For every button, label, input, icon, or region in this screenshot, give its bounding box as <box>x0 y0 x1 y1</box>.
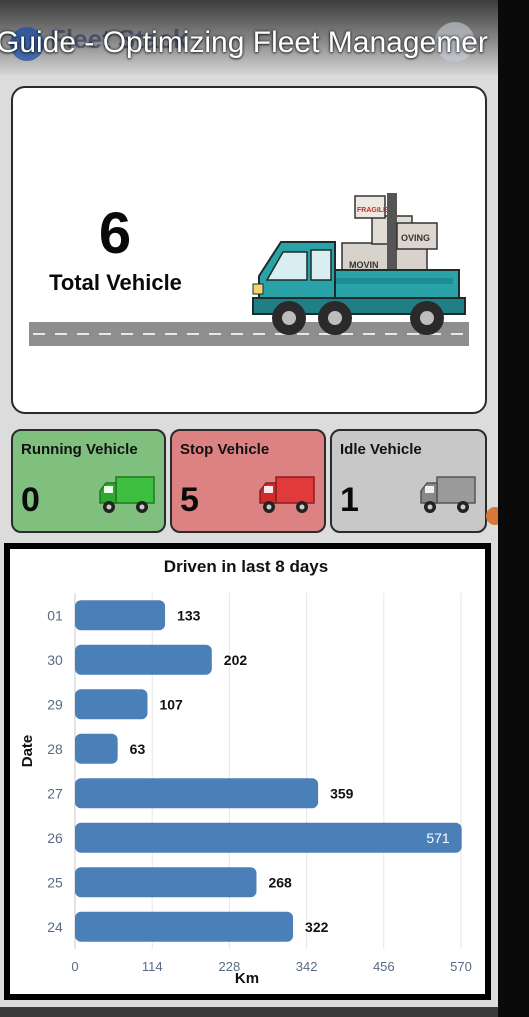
screen-edge-bottom <box>0 1007 498 1017</box>
bar-01[interactable] <box>75 600 166 631</box>
chart-y-tick-labels: 01 30 29 28 27 26 25 24 <box>47 607 63 935</box>
chart-panel: Driven in last 8 days 133 202 107 63 359 571 2… <box>10 549 485 994</box>
x-tick-label: 342 <box>296 959 318 974</box>
running-vehicle-label: Running Vehicle <box>21 441 138 458</box>
svg-text:OVING: OVING <box>401 233 430 243</box>
bar-30[interactable] <box>75 644 212 675</box>
bar-value-label: 107 <box>159 696 183 712</box>
y-tick-label: 27 <box>47 785 63 801</box>
y-tick-label: 28 <box>47 741 63 757</box>
stop-vehicle-count: 5 <box>180 481 199 519</box>
chart-frame: Driven in last 8 days 133 202 107 63 359 571 2… <box>4 543 491 1000</box>
bar-value-label: 63 <box>130 741 146 757</box>
bar-24[interactable] <box>75 911 294 942</box>
bar-28[interactable] <box>75 733 118 764</box>
bar-value-label: 571 <box>426 830 450 846</box>
truck-red-icon <box>259 476 315 513</box>
delivery-truck-illustration: FRAGILE OVING MOVIN <box>29 193 469 346</box>
bar-value-label: 202 <box>224 652 248 668</box>
idle-vehicle-label: Idle Vehicle <box>340 441 422 458</box>
x-tick-label: 114 <box>142 959 163 974</box>
x-tick-label: 570 <box>450 959 472 974</box>
chart-bars: 133 202 107 63 359 571 268 322 <box>75 600 462 942</box>
y-tick-label: 29 <box>47 696 63 712</box>
floating-action-dot[interactable] <box>486 507 498 525</box>
bar-value-label: 268 <box>268 874 292 890</box>
x-axis-title: Km <box>235 970 259 987</box>
app-screen: Fleet Stack Guide - Optimizing Fleet Man… <box>0 0 498 1007</box>
x-tick-label: 456 <box>373 959 395 974</box>
truck-green-icon <box>99 476 155 513</box>
chart-title: Driven in last 8 days <box>164 557 328 576</box>
x-tick-label: 0 <box>71 959 78 974</box>
video-title: Guide - Optimizing Fleet Managemer <box>0 26 488 59</box>
stop-vehicle-card[interactable]: Stop Vehicle 5 <box>170 429 326 533</box>
driven-bar-chart: Driven in last 8 days 133 202 107 63 359 571 2… <box>19 557 472 987</box>
y-tick-label: 25 <box>47 874 63 890</box>
y-tick-label: 30 <box>47 652 63 668</box>
y-tick-label: 26 <box>47 830 63 846</box>
bar-29[interactable] <box>75 689 148 720</box>
truck-gray-icon <box>420 476 476 513</box>
bar-26[interactable] <box>75 822 462 853</box>
bar-value-label: 359 <box>330 785 354 801</box>
bar-25[interactable] <box>75 867 257 898</box>
running-vehicle-card[interactable]: Running Vehicle 0 <box>11 429 166 533</box>
chart-x-tick-labels: 0 114 228 342 456 570 <box>71 959 471 974</box>
screen-edge-right <box>498 0 529 1017</box>
bar-value-label: 322 <box>305 919 329 935</box>
svg-text:MOVIN: MOVIN <box>349 260 379 270</box>
idle-vehicle-count: 1 <box>340 481 359 519</box>
bar-27[interactable] <box>75 778 319 809</box>
running-vehicle-count: 0 <box>21 481 40 519</box>
video-title-overlay: Fleet Stack Guide - Optimizing Fleet Man… <box>0 0 498 75</box>
y-tick-label: 24 <box>47 919 63 935</box>
stop-vehicle-label: Stop Vehicle <box>180 441 270 458</box>
total-vehicle-card[interactable]: 6 Total Vehicle FRAGILE OVING MOVIN <box>11 86 487 414</box>
idle-vehicle-card[interactable]: Idle Vehicle 1 <box>330 429 487 533</box>
y-tick-label: 01 <box>47 607 63 623</box>
svg-text:FRAGILE: FRAGILE <box>357 207 388 214</box>
y-axis-title: Date <box>19 735 36 768</box>
bar-value-label: 133 <box>177 607 201 623</box>
